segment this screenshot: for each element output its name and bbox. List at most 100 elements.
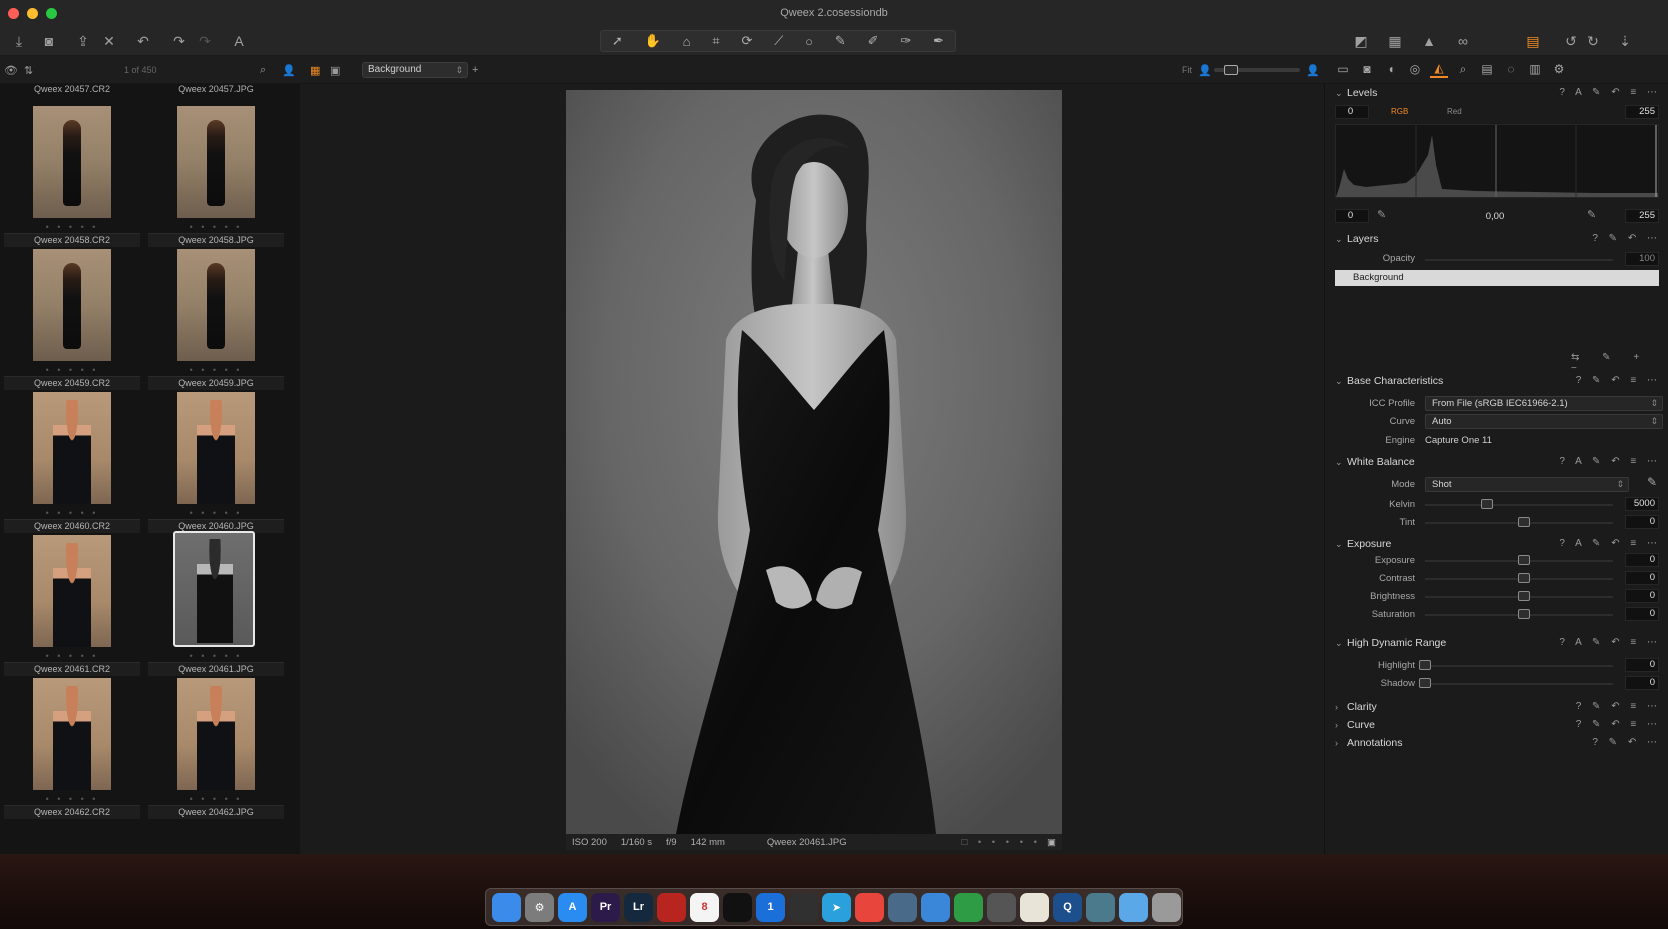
- onepassword-icon[interactable]: 1: [756, 892, 785, 922]
- highlight-value[interactable]: 0: [1625, 658, 1659, 672]
- annotations-header[interactable]: › Annotations ? ✎ ↶ ⋯: [1325, 734, 1668, 752]
- section-tools-icons[interactable]: ? A ✎ ↶ ≡ ⋯: [1559, 87, 1661, 98]
- capture-one-icon[interactable]: [723, 892, 752, 922]
- telegram-icon[interactable]: ➤: [822, 892, 851, 922]
- exposure-row-value[interactable]: 0: [1625, 607, 1659, 621]
- calendar-icon[interactable]: 8: [690, 892, 719, 922]
- thumbnail-cell[interactable]: • • • • • Qweex 20461.JPG: [144, 525, 288, 677]
- photo-booth-icon[interactable]: [987, 892, 1016, 922]
- section-tools-icons[interactable]: ? ✎ ↶ ≡ ⋯: [1576, 701, 1661, 712]
- zoom-out-person-icon[interactable]: 👤: [1198, 61, 1212, 79]
- add-layer-icon[interactable]: +: [472, 61, 478, 79]
- highlight-slider[interactable]: [1425, 665, 1613, 667]
- export-icon[interactable]: ⇪: [72, 30, 94, 52]
- hdr-header[interactable]: ⌄ High Dynamic Range ? A ✎ ↶ ≡ ⋯: [1325, 634, 1668, 652]
- thumbnail-image[interactable]: [33, 678, 111, 790]
- layer-select[interactable]: Background: [362, 62, 468, 78]
- close-window-button[interactable]: [8, 8, 19, 19]
- downloads-icon[interactable]: [1086, 892, 1115, 922]
- icc-profile-select[interactable]: From File (sRGB IEC61966-2.1): [1425, 396, 1663, 411]
- thumbnail-cell[interactable]: • • • • • Qweex 20459.CR2: [0, 239, 144, 391]
- kelvin-slider[interactable]: [1425, 504, 1613, 506]
- lightroom-icon[interactable]: Lr: [624, 892, 653, 922]
- trash-icon[interactable]: [1152, 892, 1181, 922]
- levels-output-low[interactable]: 0: [1335, 209, 1369, 223]
- thumbnail-cell[interactable]: • • • • • Qweex 20460.CR2: [0, 382, 144, 534]
- zoom-in-person-icon[interactable]: 👤: [1306, 61, 1320, 79]
- levels-histogram[interactable]: [1335, 124, 1659, 198]
- color-tag-icon[interactable]: ▣: [1047, 837, 1056, 848]
- apply-icon[interactable]: ↻: [1582, 30, 1604, 52]
- highlight-slider-knob[interactable]: [1419, 660, 1431, 670]
- thumbnail-image[interactable]: [33, 535, 111, 647]
- copy-adjustments-icon[interactable]: ▤: [1522, 30, 1544, 52]
- zoom-slider[interactable]: [1214, 61, 1300, 79]
- grid-icon[interactable]: ▦: [1384, 30, 1406, 52]
- chrome-icon[interactable]: [855, 892, 884, 922]
- quicktime-icon[interactable]: Q: [1053, 892, 1082, 922]
- kelvin-slider-knob[interactable]: [1481, 499, 1493, 509]
- system-prefs-icon[interactable]: ⚙: [525, 892, 554, 922]
- camera-icon[interactable]: ◙: [38, 30, 60, 52]
- thumbnail-image[interactable]: [173, 531, 255, 647]
- levels-input-high[interactable]: 255: [1625, 105, 1659, 119]
- base-characteristics-header[interactable]: ⌄ Base Characteristics ? ✎ ↶ ≡ ⋯: [1325, 372, 1668, 390]
- wb-mode-select[interactable]: Shot: [1425, 477, 1629, 492]
- exposure-row-value[interactable]: 0: [1625, 589, 1659, 603]
- thumbnail-rating[interactable]: • • • • •: [144, 651, 288, 661]
- preview-icon[interactable]: [888, 892, 917, 922]
- section-tools-icons[interactable]: ? A ✎ ↶ ≡ ⋯: [1559, 538, 1661, 549]
- white-picker-icon[interactable]: ✎: [1587, 208, 1596, 221]
- eye-icon[interactable]: 👁: [4, 61, 18, 79]
- thumbnail-rating[interactable]: • • • • •: [0, 222, 144, 232]
- exposure-row-value[interactable]: 0: [1625, 571, 1659, 585]
- keystone-tool-icon[interactable]: ⟋: [774, 33, 783, 49]
- minimize-window-button[interactable]: [27, 8, 38, 19]
- section-tools-icons[interactable]: ? ✎ ↶ ≡ ⋯: [1576, 719, 1661, 730]
- thumbnail-rating[interactable]: • • • • •: [0, 508, 144, 518]
- tint-value[interactable]: 0: [1625, 515, 1659, 529]
- thumbnail-rating[interactable]: • • • • •: [0, 365, 144, 375]
- folder-icon[interactable]: [1119, 892, 1148, 922]
- loupe-tool-icon[interactable]: ⌂: [683, 34, 691, 49]
- brush-tool-icon[interactable]: ✎: [835, 33, 846, 49]
- details-tab-icon[interactable]: ⌕: [1454, 60, 1472, 78]
- black-picker-icon[interactable]: ✎: [1377, 208, 1386, 221]
- spot-removal-tool-icon[interactable]: ○: [805, 34, 813, 49]
- fit-label[interactable]: Fit: [1182, 61, 1192, 79]
- rotate-tool-icon[interactable]: ⟳: [742, 33, 753, 49]
- exposure-row-value[interactable]: 0: [1625, 553, 1659, 567]
- batch-tab-icon[interactable]: ⚙: [1550, 60, 1568, 78]
- thumbnail-rating[interactable]: • • • • •: [144, 222, 288, 232]
- proof-glasses-icon[interactable]: ∞: [1452, 30, 1474, 52]
- shadow-value[interactable]: 0: [1625, 676, 1659, 690]
- channel-red[interactable]: Red: [1447, 107, 1462, 116]
- thumbnail-rating[interactable]: • • • • •: [144, 508, 288, 518]
- pan-tool-icon[interactable]: ✋: [645, 33, 661, 49]
- textedit-icon[interactable]: [1020, 892, 1049, 922]
- red-app-icon[interactable]: [657, 892, 686, 922]
- kelvin-value[interactable]: 5000: [1625, 497, 1659, 511]
- metadata-tab-icon[interactable]: ◌: [1502, 60, 1520, 78]
- app-store-icon[interactable]: A: [558, 892, 587, 922]
- thumbnail-cell[interactable]: • • • • • Qweex 20460.JPG: [144, 382, 288, 534]
- camera-app-icon[interactable]: [789, 892, 818, 922]
- exposure-tab-icon[interactable]: ◭: [1430, 60, 1448, 78]
- reset-icon[interactable]: ↺: [1560, 30, 1582, 52]
- text-icon[interactable]: A: [228, 30, 250, 52]
- thumbnail-cell[interactable]: • • • • • Qweex 20462.JPG: [144, 668, 288, 820]
- white-balance-header[interactable]: ⌄ White Balance ? A ✎ ↶ ≡ ⋯: [1325, 453, 1668, 471]
- crop-tool-icon[interactable]: ⌗: [712, 33, 719, 49]
- main-photo[interactable]: [566, 90, 1062, 834]
- thumbnail-rating[interactable]: • • • • •: [0, 651, 144, 661]
- exposure-row-slider-knob[interactable]: [1518, 573, 1530, 583]
- section-tools-icons[interactable]: ? A ✎ ↶ ≡ ⋯: [1559, 637, 1661, 648]
- sync-icon[interactable]: ⇣: [1614, 30, 1636, 52]
- thumbnail-cell[interactable]: • • • • • Qweex 20458.JPG: [144, 96, 288, 248]
- library-tab-icon[interactable]: ▭: [1334, 60, 1352, 78]
- levels-output-high[interactable]: 255: [1625, 209, 1659, 223]
- thumbnail-image[interactable]: [177, 678, 255, 790]
- redo-icon[interactable]: ↷: [168, 30, 190, 52]
- tint-slider-knob[interactable]: [1518, 517, 1530, 527]
- thumbnail-image[interactable]: [33, 392, 111, 504]
